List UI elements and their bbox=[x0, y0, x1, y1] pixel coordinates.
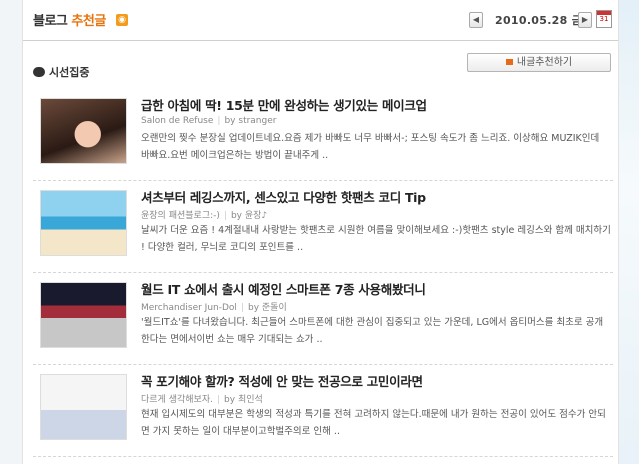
list-item: 월드 IT 쇼에서 출시 예정인 스마트폰 7종 사용해봤더니 Merchand… bbox=[33, 274, 613, 365]
prev-day-button[interactable]: ◀ bbox=[469, 12, 483, 28]
list-item: 셔츠부터 레깅스까지, 센스있고 다양한 핫팬츠 코디 Tip 윤장의 패션블로… bbox=[33, 182, 613, 273]
by-label: by bbox=[230, 211, 242, 221]
blog-name[interactable]: 다르게 생각해보자. bbox=[141, 395, 213, 405]
panel-title-plain: 블로그 bbox=[33, 14, 68, 29]
article-excerpt[interactable]: 현재 입시제도의 대부분은 학생의 적성과 특기를 전혀 고려하지 않는다.때문… bbox=[141, 406, 611, 440]
flag-icon bbox=[505, 59, 513, 65]
blog-name[interactable]: 윤장의 패션블로그:-) bbox=[141, 211, 220, 221]
speech-bubble-icon bbox=[33, 67, 45, 77]
article-thumbnail[interactable] bbox=[40, 190, 127, 256]
panel-title[interactable]: 블로그 추천글 bbox=[33, 10, 106, 29]
panel-header: 블로그 추천글 ◉ ◀ 2010.05.28 금 ▶ 31 bbox=[23, 0, 618, 41]
article-meta: 다르게 생각해보자. | by 최인석 bbox=[141, 395, 263, 405]
article-title[interactable]: 꼭 포기해야 할까? 적성에 안 맞는 전공으로 고민이라면 bbox=[141, 371, 423, 390]
blog-name[interactable]: Salon de Refuse bbox=[141, 116, 213, 126]
current-date: 2010.05.28 금 bbox=[495, 14, 583, 27]
article-title[interactable]: 월드 IT 쇼에서 출시 예정인 스마트폰 7종 사용해봤더니 bbox=[141, 279, 426, 298]
by-label: by bbox=[247, 303, 260, 313]
panel-title-accent: 추천글 bbox=[71, 14, 106, 29]
recommend-my-post-button[interactable]: 내글추천하기 bbox=[467, 53, 611, 72]
article-excerpt[interactable]: 오랜만의 찢수 분장실 업데이트네요.요즘 제가 바빠도 너무 바빠서-; 포스… bbox=[141, 130, 611, 164]
list-item: 급한 아침에 딱! 15분 만에 완성하는 생기있는 메이크업 Salon de… bbox=[33, 90, 613, 181]
blog-recommend-panel: 블로그 추천글 ◉ ◀ 2010.05.28 금 ▶ 31 시선집중 내글추천하… bbox=[22, 0, 619, 464]
rss-icon[interactable]: ◉ bbox=[116, 14, 128, 26]
section-title-text: 시선집중 bbox=[49, 66, 90, 79]
author-name[interactable]: 윤장♪ bbox=[245, 211, 267, 221]
blog-name[interactable]: Merchandiser Jun-Dol bbox=[141, 303, 237, 313]
by-label: by bbox=[224, 116, 236, 126]
section-title: 시선집중 bbox=[33, 64, 89, 80]
calendar-icon[interactable]: 31 bbox=[596, 10, 612, 28]
article-meta: Merchandiser Jun-Dol | by 준돌이 bbox=[141, 303, 287, 313]
author-name[interactable]: 준돌이 bbox=[262, 303, 287, 313]
article-thumbnail[interactable] bbox=[40, 98, 127, 164]
author-name[interactable]: 최인석 bbox=[238, 395, 263, 405]
recommend-button-label: 내글추천하기 bbox=[516, 57, 573, 68]
article-meta: Salon de Refuse | by stranger bbox=[141, 116, 277, 126]
next-day-button[interactable]: ▶ bbox=[578, 12, 592, 28]
article-excerpt[interactable]: '월드IT쇼'를 다녀왔습니다. 최근들어 스마트폰에 대한 관심이 집중되고 … bbox=[141, 314, 611, 348]
article-meta: 윤장의 패션블로그:-) | by 윤장♪ bbox=[141, 211, 268, 221]
article-thumbnail[interactable] bbox=[40, 374, 127, 440]
article-excerpt[interactable]: 날씨가 더운 요즘 ! 4계절내내 사랑받는 핫팬츠로 시원한 여름을 맞이해보… bbox=[141, 222, 611, 256]
article-title[interactable]: 셔츠부터 레깅스까지, 센스있고 다양한 핫팬츠 코디 Tip bbox=[141, 187, 426, 206]
author-name[interactable]: stranger bbox=[238, 116, 276, 126]
by-label: by bbox=[224, 395, 236, 405]
article-title[interactable]: 급한 아침에 딱! 15분 만에 완성하는 생기있는 메이크업 bbox=[141, 95, 427, 114]
article-thumbnail[interactable] bbox=[40, 282, 127, 348]
list-item: 꼭 포기해야 할까? 적성에 안 맞는 전공으로 고민이라면 다르게 생각해보자… bbox=[33, 366, 613, 457]
